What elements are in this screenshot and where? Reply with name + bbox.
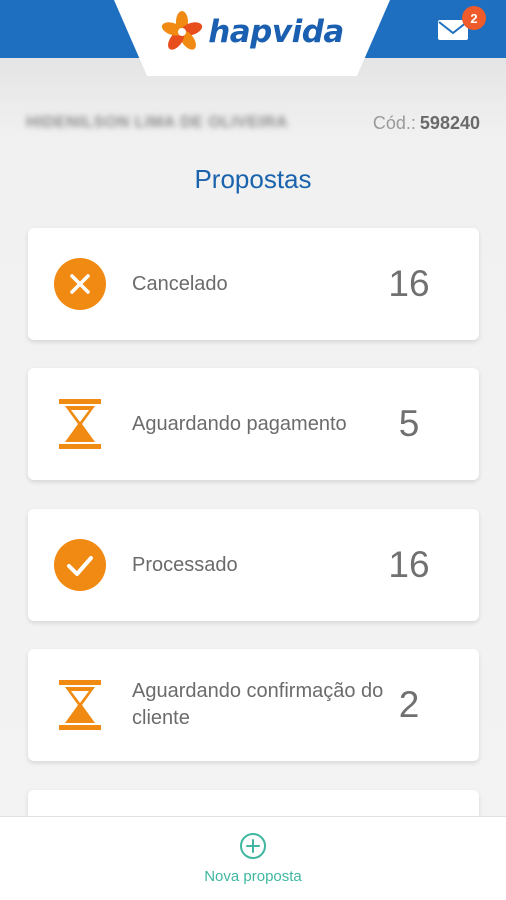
- code-label: Cód.:: [372, 112, 416, 133]
- code-value: 598240: [419, 112, 480, 133]
- status-label: Aguardando confirmação do cliente: [132, 680, 384, 729]
- status-label: Cancelado: [132, 272, 228, 295]
- user-info: HIDENILSON LIMA DE OLIVEIRA Cód.: 598240: [26, 108, 480, 138]
- user-name: HIDENILSON LIMA DE OLIVEIRA: [26, 114, 288, 131]
- cancel-icon: [54, 258, 106, 310]
- user-code: Cód.: 598240: [373, 113, 480, 134]
- flower-logo-icon: [162, 11, 203, 50]
- status-card-aguardando-confirmacao[interactable]: Aguardando confirmação do cliente 2: [28, 649, 479, 761]
- status-card-processado[interactable]: Processado 16: [28, 509, 479, 621]
- status-card-cancelado[interactable]: Cancelado 16: [28, 228, 479, 340]
- status-count: 16: [388, 544, 430, 585]
- hourglass-icon: [59, 399, 101, 449]
- status-count: 5: [398, 403, 420, 444]
- status-count: 16: [388, 263, 430, 304]
- plus-circle-icon: [240, 833, 266, 859]
- new-proposal-button[interactable]: Nova proposta: [0, 816, 506, 900]
- page-title: Propostas: [194, 164, 312, 194]
- status-label: Processado: [132, 553, 238, 576]
- status-label: Aguardando pagamento: [132, 412, 347, 435]
- status-count: 2: [398, 684, 420, 725]
- brand-logo: hapvida: [114, 0, 390, 76]
- hourglass-icon: [59, 680, 101, 730]
- brand-name: hapvida: [208, 14, 344, 50]
- new-proposal-label: Nova proposta: [204, 868, 302, 885]
- unread-badge: 2: [462, 6, 486, 30]
- check-icon: [54, 539, 106, 591]
- status-card-aguardando-pagamento[interactable]: Aguardando pagamento 5: [28, 368, 479, 480]
